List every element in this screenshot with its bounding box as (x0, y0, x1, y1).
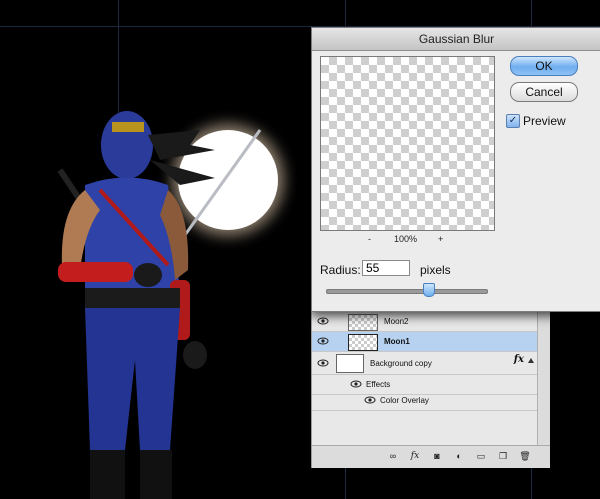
radius-label: Radius: (320, 263, 361, 277)
fx-icon[interactable]: fx (408, 450, 422, 463)
zoom-out-button[interactable]: - (368, 234, 371, 244)
effect-row-color-overlay[interactable]: Color Overlay (312, 391, 538, 411)
eye-icon[interactable] (317, 358, 329, 368)
gaussian-blur-dialog: Gaussian Blur - 100% + OK Cancel ✓ Previ… (311, 27, 600, 312)
trash-icon[interactable]: 🗑 (518, 450, 532, 463)
radius-slider-thumb[interactable] (423, 283, 435, 297)
radius-units-label: pixels (420, 263, 451, 277)
layer-thumbnail (336, 354, 364, 373)
link-icon[interactable]: ∞ (386, 450, 400, 463)
dialog-title: Gaussian Blur (418, 32, 495, 46)
document-canvas[interactable]: Moon2 Moon1 Background copy fx Effects C… (0, 0, 600, 499)
preview-label: Preview (523, 114, 566, 128)
zoom-controls: - 100% + (362, 234, 452, 248)
layers-footer: ∞ fx ◙ ◐ ▭ ❐ 🗑 (312, 445, 550, 468)
blur-preview[interactable] (320, 56, 495, 231)
dialog-titlebar[interactable]: Gaussian Blur (312, 28, 600, 51)
radius-slider-track[interactable] (326, 289, 488, 294)
layers-scrollbar[interactable] (537, 312, 550, 462)
radius-input[interactable] (362, 260, 410, 276)
layer-name: Moon1 (384, 337, 410, 346)
ninja-figure-image (57, 111, 262, 499)
effects-label: Effects (366, 380, 391, 389)
zoom-in-button[interactable]: + (438, 234, 443, 244)
expand-triangle-icon[interactable] (528, 358, 534, 363)
eye-icon[interactable] (350, 379, 362, 389)
fx-icon[interactable]: fx (514, 354, 524, 365)
layer-thumbnail (348, 314, 378, 331)
eye-icon[interactable] (317, 316, 329, 326)
layer-thumbnail (348, 334, 378, 351)
eye-icon[interactable] (317, 336, 329, 346)
zoom-level: 100% (394, 234, 418, 244)
ok-button[interactable]: OK (510, 56, 578, 76)
effect-name: Color Overlay (380, 396, 429, 405)
eye-icon[interactable] (364, 395, 376, 405)
layer-row-background-copy[interactable]: Background copy fx (312, 352, 538, 375)
layer-row-moon2[interactable]: Moon2 (312, 312, 538, 332)
layer-row-moon1[interactable]: Moon1 (312, 332, 538, 352)
mask-icon[interactable]: ◙ (430, 450, 444, 463)
group-icon[interactable]: ▭ (474, 450, 488, 463)
new-layer-icon[interactable]: ❐ (496, 450, 510, 463)
cancel-button[interactable]: Cancel (510, 82, 578, 102)
preview-checkbox[interactable]: ✓ (506, 114, 520, 128)
layer-name: Background copy (370, 359, 432, 368)
adjustment-icon[interactable]: ◐ (452, 450, 466, 463)
layer-name: Moon2 (384, 317, 409, 326)
